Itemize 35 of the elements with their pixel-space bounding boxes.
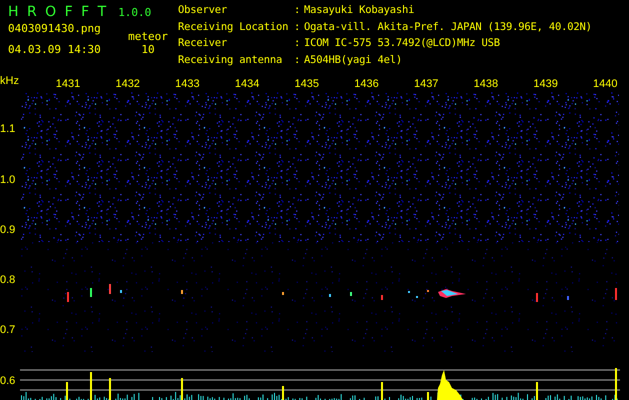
app-version: 1.0.0 [118, 6, 152, 19]
info-label: Receiving Location [178, 20, 290, 34]
axis-unit-label: kHz [0, 75, 19, 87]
info-value: Ogata-vill. Akita-Pref. JAPAN (139.96E, 40.02N) [304, 20, 592, 34]
frequency-tick-label: 1436 [354, 78, 379, 90]
y-tick-label: 0.7 [0, 324, 16, 336]
frequency-tick-label: 1437 [414, 78, 438, 90]
info-value: Masayuki Kobayashi [304, 4, 416, 18]
frequency-tick-label: 1438 [474, 78, 498, 90]
info-separator: : [294, 37, 302, 51]
file-name: 0403091430.png [8, 22, 101, 35]
y-tick-label: 0.6 [0, 375, 16, 387]
info-value: A504HB(yagi 4el) [304, 54, 403, 68]
info-label: Receiving antenna [178, 54, 284, 68]
frequency-tick-label: 1440 [593, 78, 618, 90]
frequency-tick-label: 1439 [533, 78, 558, 90]
info-value: ICOM IC-575 53.7492(@LCD)MHz USB [304, 37, 501, 51]
info-separator: : [294, 4, 302, 18]
info-separator: : [294, 54, 302, 68]
frequency-tick-label: 1432 [115, 78, 140, 90]
info-separator: : [294, 20, 302, 34]
frequency-tick-label: 1435 [294, 78, 320, 90]
info-label: Receiver [178, 37, 228, 51]
date-time: 04.03.09 14:30 [8, 43, 101, 56]
app-title: H R O F F T [8, 4, 108, 20]
frequency-tick-label: 1434 [234, 78, 260, 90]
counter-label: meteor [127, 30, 169, 43]
y-tick-label: 0.9 [0, 224, 16, 236]
frequency-tick-label: 1431 [56, 78, 80, 90]
y-tick-label: 1.0 [0, 174, 16, 186]
counter-value: 10 [140, 43, 156, 56]
y-tick-label: 1.1 [0, 123, 16, 135]
info-label: Observer [178, 4, 228, 18]
y-tick-label: 0.8 [0, 274, 16, 286]
frequency-tick-label: 1433 [175, 78, 200, 90]
